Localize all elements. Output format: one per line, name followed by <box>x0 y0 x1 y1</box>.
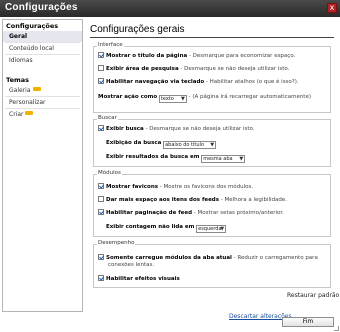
option-visual-effects[interactable]: Habilitar efeitos visuais <box>98 275 180 282</box>
chevron-down-icon: ▼ <box>210 142 215 148</box>
option-description: - Reduzir o carregamento para <box>231 255 318 261</box>
chevron-down-icon: ▼ <box>220 226 225 232</box>
show-page-title-checkbox[interactable] <box>98 52 104 58</box>
chevron-down-icon: ▼ <box>239 156 244 162</box>
group-label-modules: Módulos <box>97 170 122 176</box>
option-feed-spacing[interactable]: Dar mais espaço aos itens dos feeds - Me… <box>98 196 287 203</box>
option-description: - Desmarque se não deseja utilizar isto. <box>143 126 255 132</box>
group-performance: Desempenho Somente carregue módulos da a… <box>93 240 331 288</box>
chevron-down-icon: ▼ <box>181 96 185 102</box>
option-label: Mostrar o título da página <box>106 53 188 59</box>
option-label: Exibição da busca <box>106 140 162 146</box>
option-label: Habilitar paginação de feed <box>106 210 193 216</box>
option-label: Somente carregue módulos da aba atual <box>106 255 232 261</box>
option-show-search[interactable]: Exibir busca - Desmarque se não deseja u… <box>98 125 255 132</box>
option-label: Exibir resultados da busca em <box>106 154 200 160</box>
select-value: abaixo do título <box>165 142 204 148</box>
option-show-search-area[interactable]: Exibir área de pesquisa - Desmarque se n… <box>98 65 289 72</box>
option-description: - Mostrar setas próximo/anterior. <box>192 210 284 216</box>
sidebar-item-label: Criar <box>9 111 24 118</box>
done-button[interactable]: Fim <box>282 317 334 327</box>
option-description-continued: conexões lentas. <box>108 262 155 268</box>
search-results-select[interactable]: mesma aba ▼ <box>201 155 246 163</box>
sidebar-item-languages[interactable]: Idiomas <box>3 55 82 66</box>
option-label: Exibir área de pesquisa <box>106 66 179 72</box>
show-search-area-checkbox[interactable] <box>98 65 104 71</box>
option-description: - Melhora a legibilidade. <box>219 197 288 203</box>
group-label-performance: Desempenho <box>97 240 136 246</box>
option-label: Habilitar navegação via teclado <box>106 79 205 85</box>
restore-defaults-link[interactable]: Restaurar padrão <box>287 292 339 299</box>
option-show-page-title[interactable]: Mostrar o título da página - Desmarque p… <box>98 52 295 59</box>
sidebar-item-gallery[interactable]: Galeria <box>3 85 82 96</box>
show-favicons-checkbox[interactable] <box>98 183 104 189</box>
load-current-tab-checkbox[interactable] <box>98 254 104 260</box>
unread-count-select[interactable]: esquerda ▼ <box>196 225 227 233</box>
sidebar-item-customize[interactable]: Personalizar <box>3 97 82 108</box>
sidebar-item-general[interactable]: Geral <box>3 31 82 42</box>
group-modules: Módulos Mostrar favicons - Mostre os fav… <box>93 170 331 237</box>
option-label: Exibir busca <box>106 126 144 132</box>
option-label: Dar mais espaço aos itens dos feeds <box>106 197 220 203</box>
window-title: Configurações <box>5 2 78 13</box>
group-search: Buscar Exibir busca - Desmarque se não d… <box>93 115 331 167</box>
option-label: Habilitar efeitos visuais <box>106 276 180 282</box>
group-label-search: Buscar <box>97 115 118 121</box>
select-value: mesma aba <box>203 156 233 162</box>
visual-effects-checkbox[interactable] <box>98 275 104 281</box>
title-divider <box>90 37 334 38</box>
close-icon[interactable]: x <box>327 3 337 13</box>
option-search-results: Exibir resultados da busca em mesma aba ▼ <box>106 154 246 163</box>
option-description: - Desmarque para economizar espaço. <box>187 53 296 59</box>
new-badge-icon <box>32 87 41 91</box>
window-titlebar: Configurações x <box>0 0 340 17</box>
select-value: texto <box>160 96 174 102</box>
sidebar-section-themes: Temas <box>6 76 30 84</box>
page-title: Configurações gerais <box>90 24 185 35</box>
option-label: Mostrar favicons <box>106 184 159 190</box>
option-label: Mostrar ação como <box>98 94 158 100</box>
option-description: - (A página irá recarregar automaticamen… <box>186 94 311 100</box>
feed-pagination-checkbox[interactable] <box>98 209 104 215</box>
option-keyboard-navigation[interactable]: Habilitar navegação via teclado - Habili… <box>98 78 299 85</box>
select-value: esquerda <box>198 226 222 232</box>
option-unread-count: Exibir contagem não lida em esquerda ▼ <box>106 224 227 233</box>
sidebar-item-label: Galeria <box>9 87 31 94</box>
search-display-select[interactable]: abaixo do título ▼ <box>163 141 217 149</box>
feed-spacing-checkbox[interactable] <box>98 196 104 202</box>
option-description: - Desmarque se não deseja utilizar isto. <box>178 66 290 72</box>
option-show-action-as: Mostrar ação como texto ▼ - (A página irá… <box>98 94 311 103</box>
settings-sidebar: Configurações Geral Conteúdo local Idiom… <box>2 19 83 312</box>
sidebar-item-local-content[interactable]: Conteúdo local <box>3 43 82 54</box>
keyboard-navigation-checkbox[interactable] <box>98 78 104 84</box>
option-search-display: Exibição da busca abaixo do título ▼ <box>106 140 217 149</box>
option-description: - Mostre os favicons dos módulos. <box>158 184 254 190</box>
option-feed-pagination[interactable]: Habilitar paginação de feed - Mostrar se… <box>98 209 284 216</box>
option-label: Exibir contagem não lida em <box>106 224 195 230</box>
option-load-current-tab[interactable]: Somente carregue módulos da aba atual - … <box>98 254 318 261</box>
group-label-interface: Interface <box>97 42 124 48</box>
resize-grip-icon[interactable] <box>334 326 339 331</box>
group-interface: Interface Mostrar o título da página - D… <box>93 42 331 113</box>
new-badge-icon <box>25 111 34 115</box>
option-description: - Habilitar atalhos (o que é isso?). <box>204 79 299 85</box>
action-display-select[interactable]: texto ▼ <box>158 95 187 103</box>
main-panel: Configurações gerais <box>90 24 334 35</box>
show-search-checkbox[interactable] <box>98 125 104 131</box>
sidebar-section-settings: Configurações <box>6 22 59 30</box>
sidebar-item-create[interactable]: Criar <box>3 109 82 120</box>
option-show-favicons[interactable]: Mostrar favicons - Mostre os favicons do… <box>98 183 253 190</box>
